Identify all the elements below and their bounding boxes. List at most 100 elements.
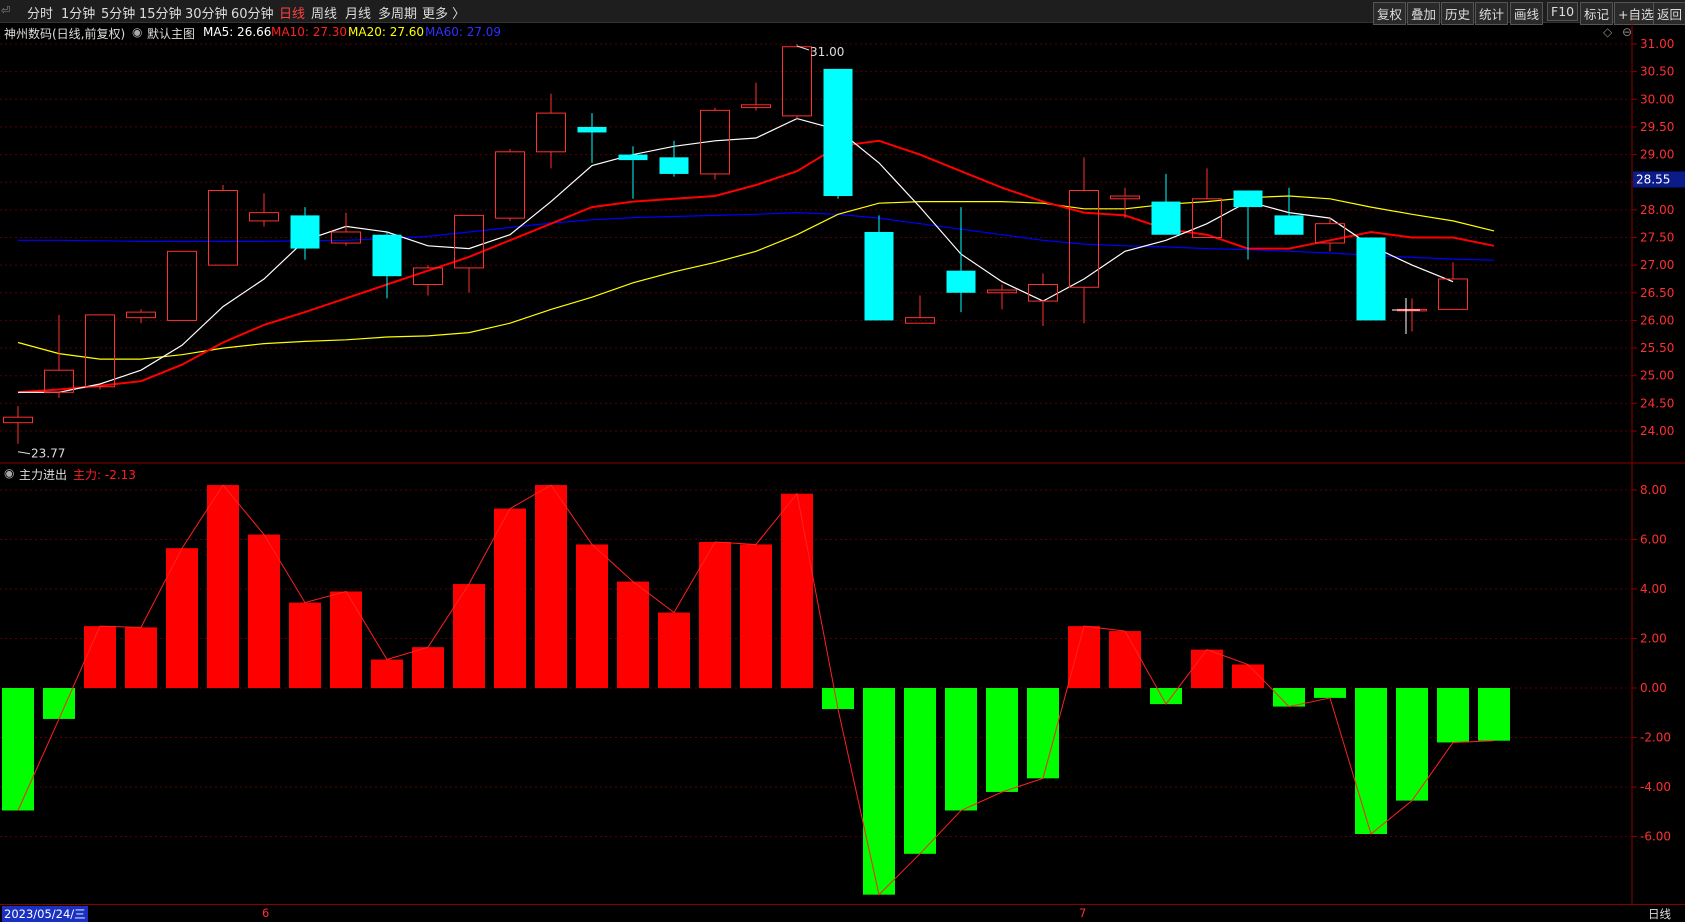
indicator-bar <box>986 688 1018 792</box>
tab-30min[interactable]: 30分钟 <box>185 3 228 22</box>
candle <box>659 140 689 177</box>
indicator-tick-label: 2.00 <box>1640 632 1667 646</box>
tab-timeshare[interactable]: 分时 <box>27 3 53 22</box>
candle <box>1069 157 1099 324</box>
candle-body <box>290 215 320 249</box>
indicator-bar <box>494 508 526 688</box>
indicator-name[interactable]: 主力进出 <box>19 466 67 483</box>
tab-multi-period[interactable]: 多周期 <box>378 3 417 22</box>
candle-body <box>946 270 976 293</box>
candle <box>126 309 156 324</box>
statistics-button[interactable]: 统计 <box>1475 2 1509 25</box>
f10-button[interactable]: F10 <box>1547 2 1579 21</box>
adjust-button[interactable]: 复权 <box>1373 2 1407 25</box>
indicator-bar <box>1355 688 1387 835</box>
candle-body <box>44 369 74 393</box>
ma20-line <box>17 195 1495 360</box>
draw-line-button[interactable]: 画线 <box>1510 2 1544 25</box>
candle-body <box>208 190 238 266</box>
candle <box>331 212 361 246</box>
tab-60min[interactable]: 60分钟 <box>231 3 274 22</box>
settings-dot-icon[interactable]: ◉ <box>132 25 142 39</box>
indicator-tick-label: 6.00 <box>1640 533 1667 547</box>
price-tick-label: 27.00 <box>1640 258 1674 272</box>
candle-body <box>372 234 402 277</box>
annotations: 31.00 23.77 <box>17 45 1420 461</box>
indicator-curve <box>17 484 1495 896</box>
indicator-bar <box>371 659 403 688</box>
indicator-bar <box>289 602 321 688</box>
candle <box>44 314 74 398</box>
price-tick-label: 26.00 <box>1640 313 1674 327</box>
candle-body <box>823 68 853 197</box>
candle <box>3 406 33 444</box>
candle <box>1438 262 1468 310</box>
candle-body <box>413 267 443 285</box>
candle <box>946 207 976 313</box>
back-arrow-icon[interactable]: ⏎ <box>1 4 10 17</box>
candle-body <box>536 112 566 153</box>
candle-body <box>864 231 894 321</box>
ma5-value: MA5: 26.66 <box>203 25 272 39</box>
tab-weekly[interactable]: 周线 <box>311 3 337 22</box>
candle <box>1192 168 1222 239</box>
moving-average-lines <box>17 117 1495 394</box>
indicator-bar <box>207 485 239 688</box>
candle-body <box>167 250 197 321</box>
tab-1min[interactable]: 1分钟 <box>61 3 95 22</box>
candle <box>577 113 607 163</box>
candle-body <box>618 154 648 161</box>
tab-more[interactable]: 更多 〉 <box>422 3 465 22</box>
tab-15min[interactable]: 15分钟 <box>139 3 182 22</box>
candle-body <box>987 289 1017 294</box>
indicator-tick-label: -2.00 <box>1640 731 1671 745</box>
ma5-line <box>18 117 1454 393</box>
ma10-value: MA10: 27.30 <box>271 25 348 39</box>
candle-body <box>700 109 730 175</box>
candle <box>1110 187 1140 219</box>
indicator-bar <box>1150 688 1182 705</box>
main-chart-label[interactable]: 默认主图 <box>147 25 195 42</box>
add-watchlist-button[interactable]: +自选 <box>1614 2 1658 25</box>
price-tick-label: 28.50 <box>1640 175 1674 189</box>
indicator-bar <box>822 688 854 710</box>
price-tick-label: 29.50 <box>1640 120 1674 134</box>
candle <box>208 184 238 266</box>
price-gridlines <box>0 43 1632 432</box>
tab-5min[interactable]: 5分钟 <box>101 3 135 22</box>
indicator-bar <box>2 688 34 811</box>
collapse-icon[interactable]: ⊖ <box>1622 25 1632 39</box>
indicator-bar <box>1109 631 1141 688</box>
candle <box>249 193 279 227</box>
candle-body <box>1069 190 1099 288</box>
history-button[interactable]: 历史 <box>1441 2 1475 25</box>
indicator-bar <box>412 647 444 688</box>
price-tick-label: 26.50 <box>1640 286 1674 300</box>
indicator-bar <box>658 612 690 688</box>
tab-daily[interactable]: 日线 <box>279 3 305 22</box>
indicator-bar <box>1478 688 1510 741</box>
indicator-settings-icon[interactable]: ◉ <box>4 466 14 480</box>
candle <box>782 44 812 119</box>
candle <box>987 284 1017 310</box>
return-button[interactable]: 返回 <box>1653 2 1685 25</box>
overlay-button[interactable]: 叠加 <box>1407 2 1441 25</box>
month-label-7: 7 <box>1079 906 1087 920</box>
ma60-value: MA60: 27.09 <box>425 25 502 39</box>
candle <box>372 231 402 299</box>
indicator-bar <box>330 591 362 688</box>
diamond-icon[interactable]: ◇ <box>1603 25 1612 39</box>
mark-button[interactable]: 标记 <box>1580 2 1614 25</box>
tab-monthly[interactable]: 月线 <box>345 3 371 22</box>
candle <box>700 107 730 180</box>
indicator-bar <box>904 688 936 854</box>
candle-body <box>1151 201 1181 235</box>
indicator-bar <box>576 544 608 688</box>
price-tick-label: 29.00 <box>1640 148 1674 162</box>
high-price-label: 31.00 <box>810 45 844 59</box>
candle-body <box>905 317 935 324</box>
candle-body <box>454 214 484 269</box>
indicator-bar <box>740 544 772 688</box>
candle-body <box>1274 215 1304 235</box>
high-pointer <box>796 45 810 51</box>
